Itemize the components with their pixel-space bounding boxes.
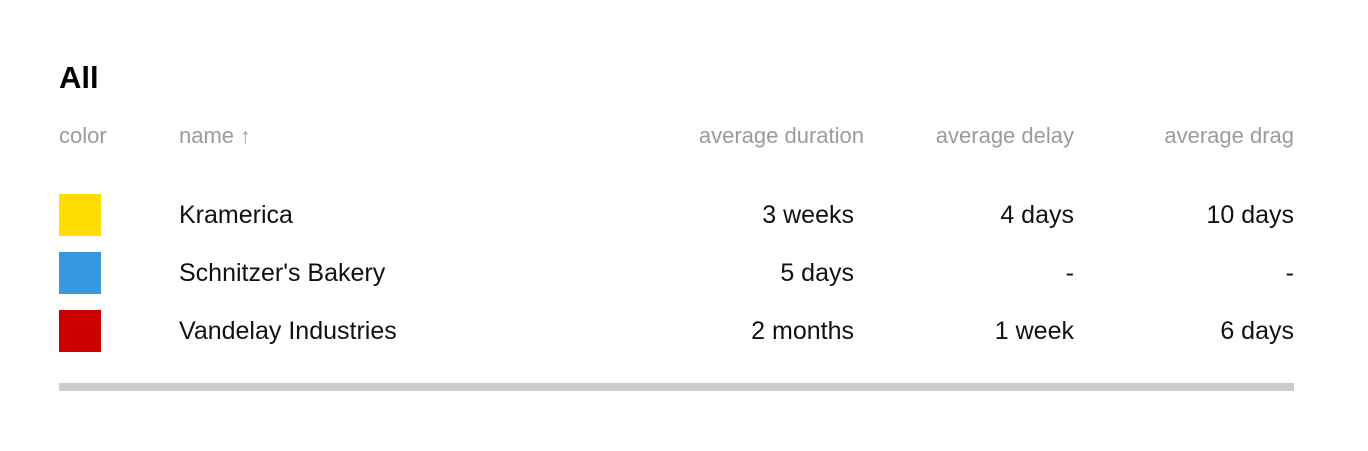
column-header-average-delay[interactable]: average delay bbox=[936, 121, 1074, 151]
table-row[interactable]: Vandelay Industries 2 months 1 week 6 da… bbox=[59, 310, 1294, 352]
row-average-delay: 4 days bbox=[1000, 201, 1074, 229]
color-swatch bbox=[59, 310, 101, 352]
column-header-name[interactable]: name ↑ bbox=[179, 121, 251, 152]
row-average-drag: 10 days bbox=[1206, 201, 1294, 229]
color-swatch bbox=[59, 252, 101, 294]
row-average-duration: 2 months bbox=[751, 317, 854, 345]
section-title: All bbox=[59, 60, 99, 95]
sort-ascending-icon: ↑ bbox=[240, 125, 251, 148]
table-row[interactable]: Schnitzer's Bakery 5 days - - bbox=[59, 252, 1294, 294]
column-header-name-label: name bbox=[179, 123, 235, 148]
row-average-delay: 1 week bbox=[994, 317, 1074, 345]
row-average-duration: 5 days bbox=[780, 259, 854, 287]
table-footer-divider bbox=[59, 383, 1294, 391]
row-average-drag: - bbox=[1285, 259, 1294, 287]
row-name: Kramerica bbox=[179, 201, 293, 229]
row-average-duration: 3 weeks bbox=[762, 201, 854, 229]
table-row[interactable]: Kramerica 3 weeks 4 days 10 days bbox=[59, 194, 1294, 236]
column-header-average-drag[interactable]: average drag bbox=[1164, 121, 1294, 151]
column-header-color[interactable]: color bbox=[59, 121, 107, 151]
row-average-drag: 6 days bbox=[1220, 317, 1294, 345]
row-name: Schnitzer's Bakery bbox=[179, 259, 386, 287]
column-header-average-duration[interactable]: average duration bbox=[699, 121, 864, 151]
row-average-delay: - bbox=[1065, 259, 1074, 287]
summary-panel: All color name ↑ average duration average… bbox=[59, 0, 1294, 451]
color-swatch bbox=[59, 194, 101, 236]
row-name: Vandelay Industries bbox=[179, 317, 397, 345]
table-header: color name ↑ average duration average del… bbox=[59, 121, 1294, 151]
